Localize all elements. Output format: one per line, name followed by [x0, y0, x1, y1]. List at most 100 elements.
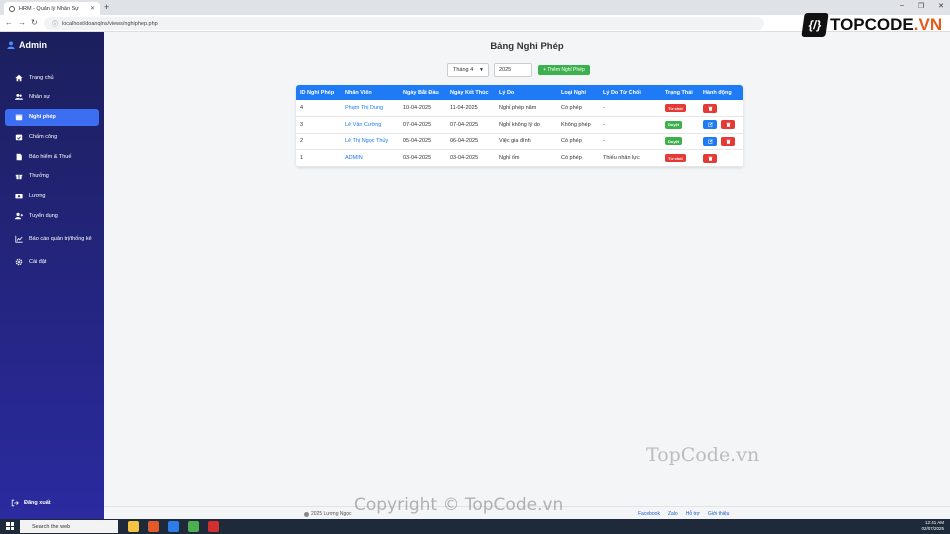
file-explorer-icon[interactable]	[128, 521, 139, 532]
footer-links: Facebook Zalo Hỗ trợ Giới thiệu	[638, 511, 729, 517]
cell-start: 10-04-2025	[399, 100, 446, 118]
cell-reason: Nghỉ không lý do	[495, 116, 557, 134]
cell-reject-reason: Thiếu nhân lực	[599, 149, 661, 167]
cell-end: 11-04-2025	[446, 100, 495, 118]
cell-status: Duyệt	[661, 133, 699, 151]
sidebar-item-attendance[interactable]: Chấm công	[5, 128, 99, 145]
cell-reason: Nghỉ phép năm	[495, 100, 557, 118]
table-row: 2 Lê Thị Ngọc Thủy 05-04-2025 06-04-2025 Việ…	[296, 133, 743, 151]
cell-id: 3	[296, 116, 341, 134]
app-icon[interactable]	[188, 521, 199, 532]
sidebar-item-salary[interactable]: Lương	[5, 188, 99, 205]
status-badge: Từ chối	[665, 154, 686, 163]
cell-employee[interactable]: Lê Thị Ngọc Thủy	[341, 133, 399, 151]
sidebar-item-home[interactable]: Trang chủ	[5, 69, 99, 86]
browser-icon[interactable]	[148, 521, 159, 532]
cell-actions	[699, 149, 743, 167]
footer-link-support[interactable]: Hỗ trợ	[686, 511, 700, 517]
column-header: Loại Nghỉ	[557, 85, 599, 100]
forward-icon[interactable]: →	[18, 18, 26, 27]
add-leave-button[interactable]: + Thêm Nghỉ Phép	[538, 65, 590, 75]
browser-tab[interactable]: HRM - Quản lý Nhân Sự ✕	[4, 2, 100, 15]
sidebar-item-reports[interactable]: Báo cáo quản trị/thống kê	[5, 227, 99, 250]
info-icon: ⓘ	[52, 22, 59, 28]
gift-icon	[15, 175, 23, 180]
table-row: 3 Lê Văn Cường 07-04-2025 07-04-2025 Nghỉ kh…	[296, 116, 743, 134]
url-field[interactable]: ⓘ localhost/doanqlns/views/nghiphep.php	[44, 17, 764, 30]
status-badge: Duyệt	[665, 120, 683, 129]
edit-icon	[707, 122, 713, 128]
table-header-row: ID Nghỉ Phép Nhân Viên Ngày Bắt Đầu Ngày…	[296, 85, 743, 100]
cell-employee[interactable]: Phạm Thị Dung	[341, 100, 399, 118]
maximize-icon[interactable]: ❐	[918, 2, 924, 10]
edit-button[interactable]	[703, 136, 717, 146]
sidebar-item-personnel[interactable]: Nhân sự	[5, 89, 99, 106]
delete-button[interactable]	[721, 120, 735, 130]
topcode-logo: {/} TOPCODE.VN	[801, 13, 942, 37]
globe-icon	[9, 5, 15, 12]
cell-reason: Việc gia đình	[495, 133, 557, 151]
reload-icon[interactable]: ↻	[31, 18, 38, 27]
back-icon[interactable]: ←	[5, 18, 13, 27]
edit-button[interactable]	[703, 120, 717, 130]
column-header: Hành động	[699, 85, 743, 100]
cell-actions	[699, 100, 743, 118]
footer-link-facebook[interactable]: Facebook	[638, 511, 660, 517]
windows-start-icon[interactable]	[6, 522, 14, 530]
record-icon[interactable]	[208, 521, 219, 532]
status-badge: Duyệt	[665, 137, 683, 146]
cell-status: Từ chối	[661, 100, 699, 118]
logout-button[interactable]: Đăng xuất	[11, 499, 51, 507]
user-plus-icon	[15, 212, 23, 220]
cell-type: Có phép	[557, 149, 599, 167]
cell-reason: Nghỉ ốm	[495, 149, 557, 167]
cell-type: Không phép	[557, 116, 599, 134]
cell-employee[interactable]: Lê Văn Cường	[341, 116, 399, 134]
sidebar-item-settings[interactable]: Cài đặt	[5, 253, 99, 270]
sidebar-item-bonus[interactable]: Thưởng	[5, 168, 99, 185]
footer-link-about[interactable]: Giới thiệu	[708, 511, 730, 517]
delete-button[interactable]	[721, 136, 735, 146]
month-select[interactable]: Tháng 4 ▼	[447, 63, 489, 77]
main-content: Bảng Nghỉ Phép Tháng 4 ▼ 2025 + Thêm Ngh…	[104, 32, 950, 519]
cell-end: 03-04-2025	[446, 149, 495, 167]
cell-start: 05-04-2025	[399, 133, 446, 151]
sidebar-item-leave[interactable]: Nghỉ phép	[5, 108, 99, 126]
table-row: 4 Phạm Thị Dung 10-04-2025 11-04-2025 Nghỉ p…	[296, 100, 743, 118]
taskbar-apps	[128, 521, 219, 532]
sidebar: Admin Trang chủ Nhân sự Nghỉ phép Chấm c…	[0, 32, 104, 519]
close-window-icon[interactable]: ✕	[938, 2, 944, 10]
sidebar-brand: Admin	[7, 40, 47, 50]
cell-actions	[699, 116, 743, 134]
column-header: Lý Do	[495, 85, 557, 100]
edit-icon	[707, 139, 713, 144]
calendar-icon	[15, 114, 23, 121]
delete-button[interactable]	[703, 153, 717, 163]
watermark-copyright: Copyright © TopCode.vn	[354, 495, 564, 515]
cell-status: Duyệt	[661, 116, 699, 134]
trash-icon	[708, 106, 712, 111]
table-row: 1 ADMIN 03-04-2025 03-04-2025 Nghỉ ốm Có phép…	[296, 149, 743, 167]
logout-icon	[11, 499, 19, 507]
column-header: Nhân Viên	[341, 85, 399, 100]
taskbar-search[interactable]: Search the web	[20, 520, 118, 533]
close-tab-icon[interactable]: ✕	[90, 5, 95, 12]
cell-end: 07-04-2025	[446, 116, 495, 134]
trash-icon	[708, 156, 712, 161]
system-clock[interactable]: 12:41 AM 02/07/2025	[921, 520, 944, 532]
cell-employee[interactable]: ADMIN	[341, 149, 399, 167]
minimize-icon[interactable]: –	[900, 2, 904, 10]
vscode-icon[interactable]	[168, 521, 179, 532]
year-input[interactable]: 2025	[494, 63, 532, 77]
users-icon	[15, 94, 23, 101]
delete-button[interactable]	[703, 103, 717, 113]
cell-start: 03-04-2025	[399, 149, 446, 167]
sidebar-item-recruitment[interactable]: Tuyển dụng	[5, 208, 99, 225]
home-icon	[15, 74, 23, 81]
new-tab-button[interactable]: +	[104, 2, 109, 12]
footer-link-zalo[interactable]: Zalo	[668, 511, 678, 517]
sidebar-menu: Trang chủ Nhân sự Nghỉ phép Chấm công Bả…	[5, 69, 99, 273]
cell-type: Có phép	[557, 133, 599, 151]
calendar-check-icon	[15, 134, 23, 141]
sidebar-item-insurance-tax[interactable]: Bảo hiểm & Thuế	[5, 148, 99, 165]
